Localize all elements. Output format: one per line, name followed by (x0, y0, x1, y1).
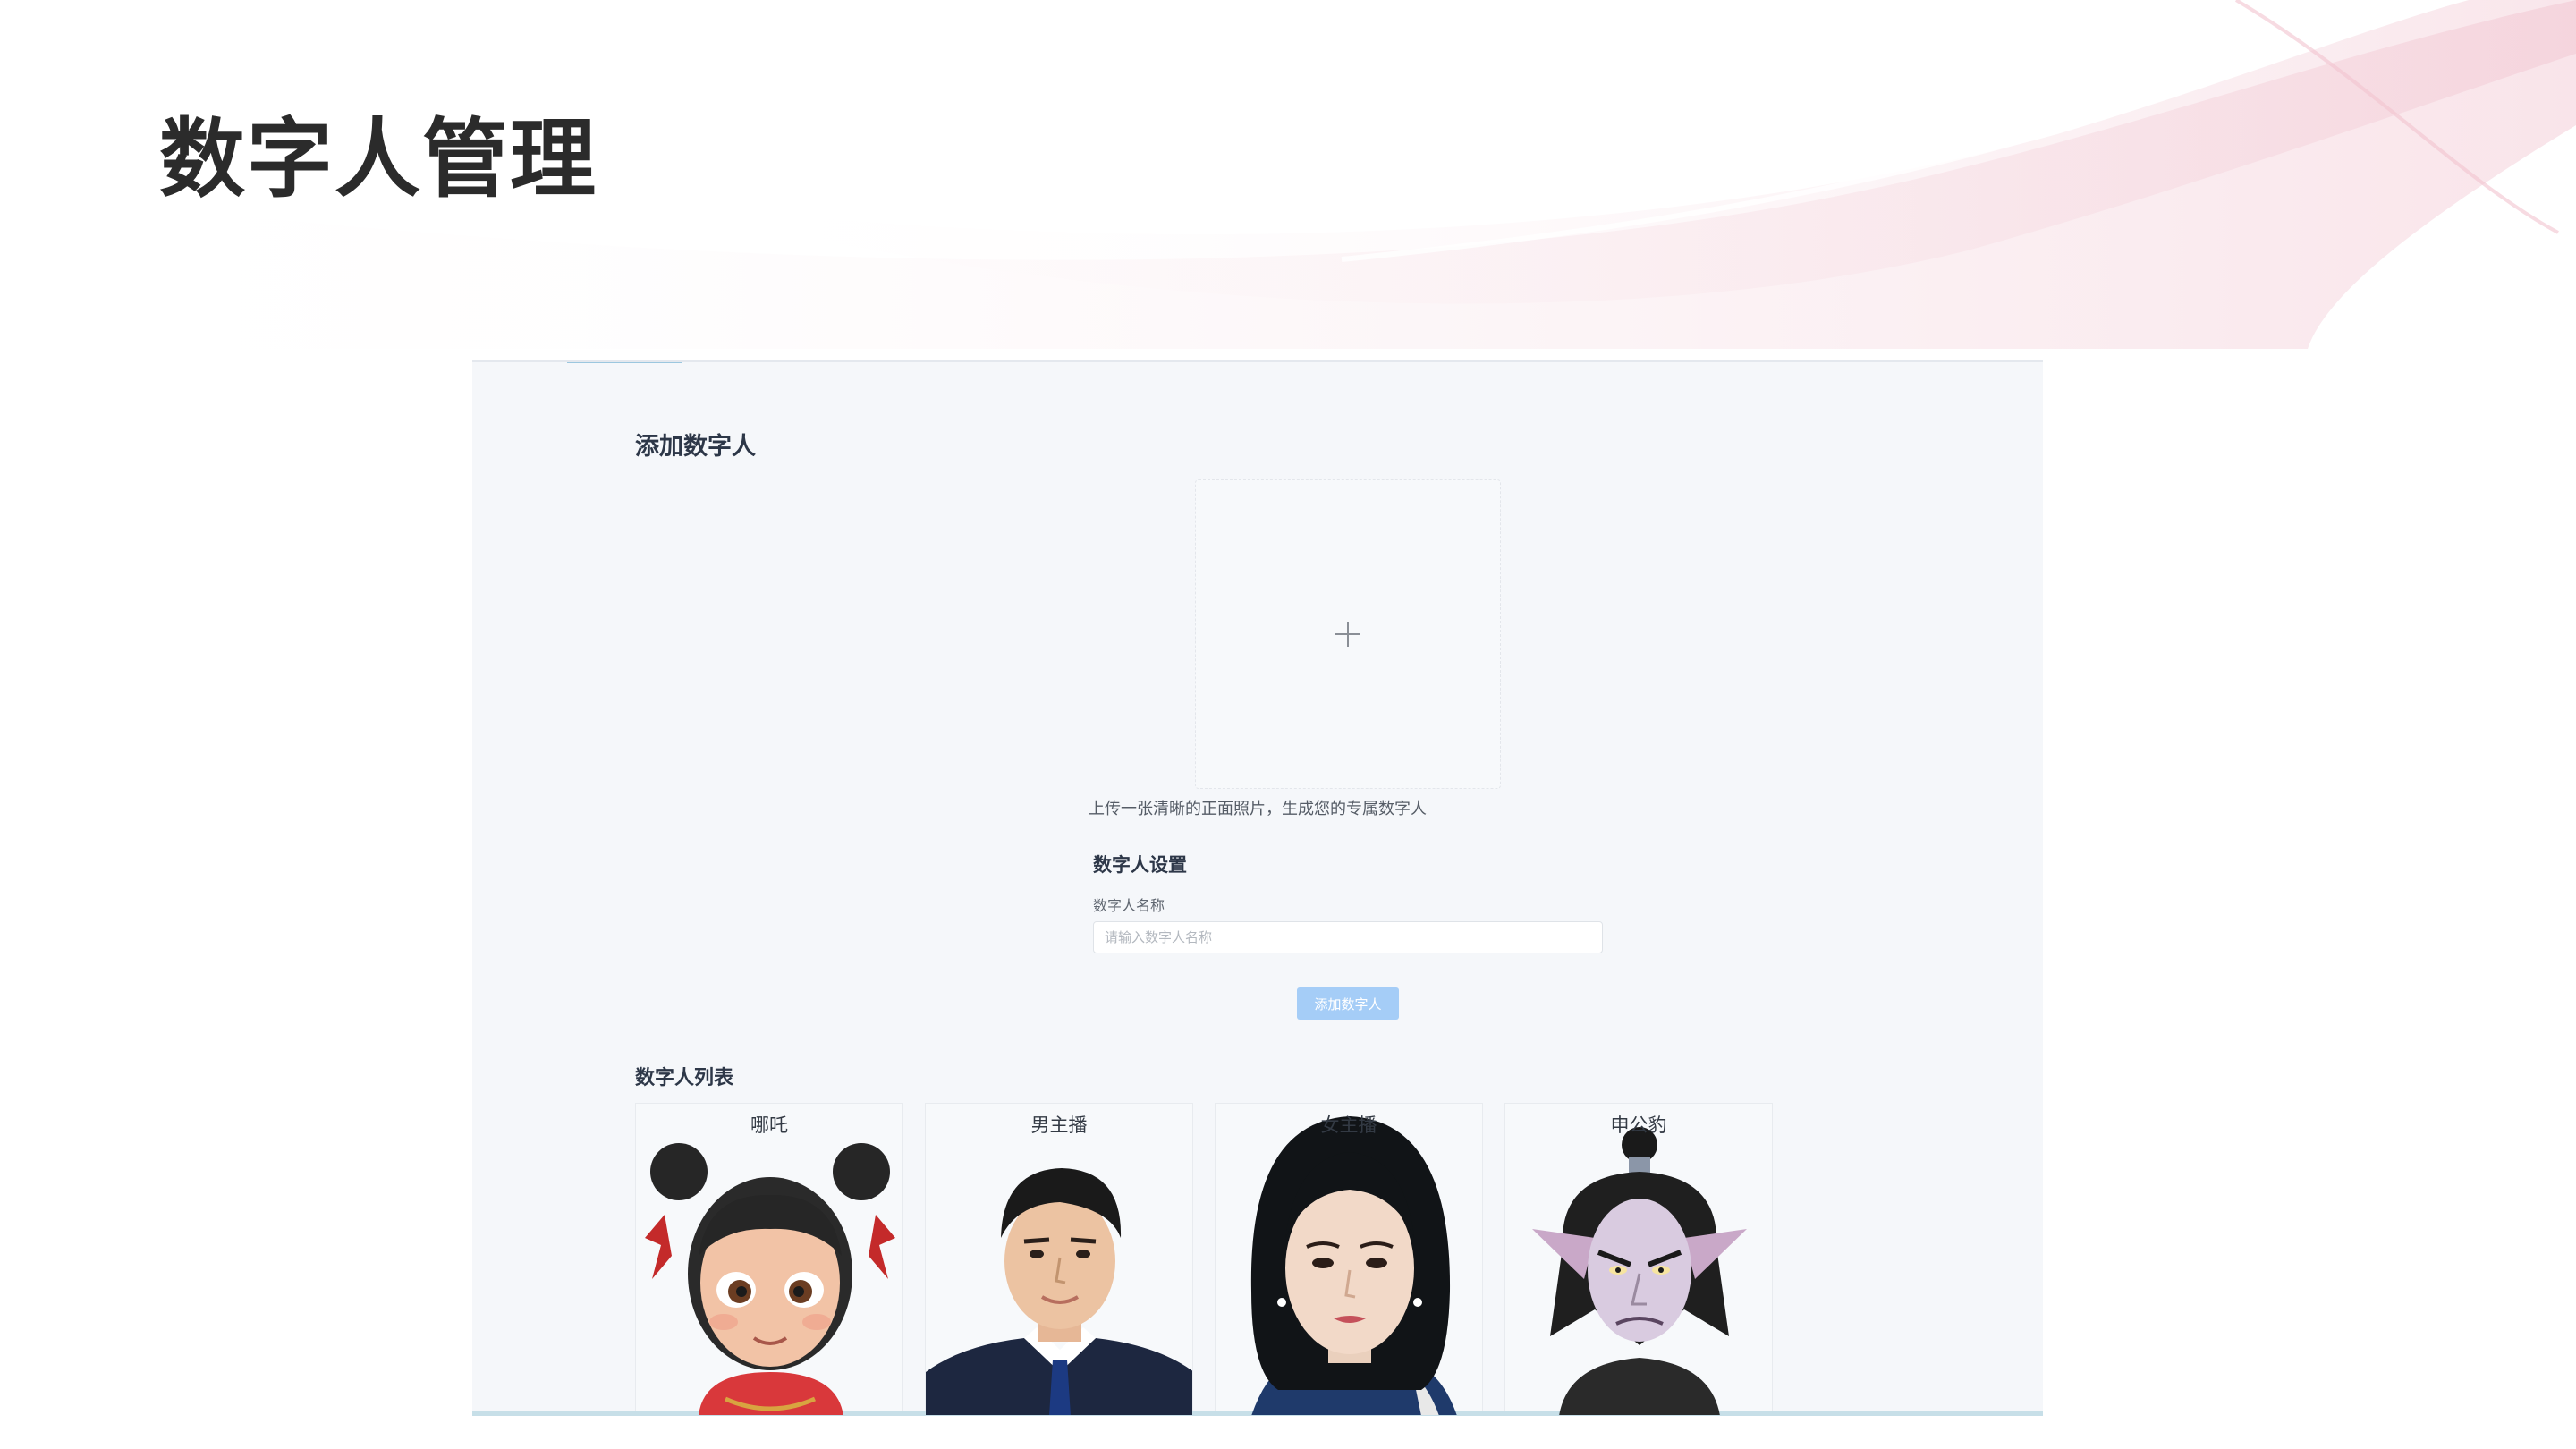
digital-human-card[interactable]: 哪吒 (635, 1103, 903, 1415)
add-digital-human-button[interactable]: 添加数字人 (1297, 987, 1399, 1020)
plus-icon (1335, 622, 1360, 647)
avatar-male-anchor (926, 1168, 1192, 1415)
settings-title: 数字人设置 (1093, 854, 1187, 876)
avatar-nezha (645, 1143, 895, 1415)
digital-human-card[interactable]: 女主播 (1215, 1103, 1483, 1415)
add-section-title: 添加数字人 (635, 433, 756, 461)
list-title: 数字人列表 (635, 1067, 734, 1089)
upload-hint: 上传一张清晰的正面照片，生成您的专属数字人 (1089, 800, 1427, 818)
avatar-female-anchor (1250, 1116, 1457, 1415)
tab-indicator (567, 362, 682, 363)
card-name: 女主播 (1320, 1114, 1377, 1136)
name-field-label: 数字人名称 (1093, 897, 1165, 914)
digital-human-card[interactable]: 申公豹 (1504, 1103, 1773, 1415)
card-name: 申公豹 (1610, 1114, 1667, 1136)
photo-upload-area[interactable] (1195, 479, 1501, 789)
digital-human-card[interactable]: 男主播 (925, 1103, 1193, 1415)
name-input[interactable] (1093, 921, 1603, 953)
avatar-shen-gongbao (1532, 1127, 1747, 1415)
card-name: 哪吒 (750, 1114, 788, 1136)
digital-human-panel: 添加数字人 上传一张清晰的正面照片，生成您的专属数字人 数字人设置 数字人名称 … (472, 360, 2043, 1415)
card-name: 男主播 (1030, 1114, 1088, 1136)
slide-title: 数字人管理 (159, 109, 597, 209)
